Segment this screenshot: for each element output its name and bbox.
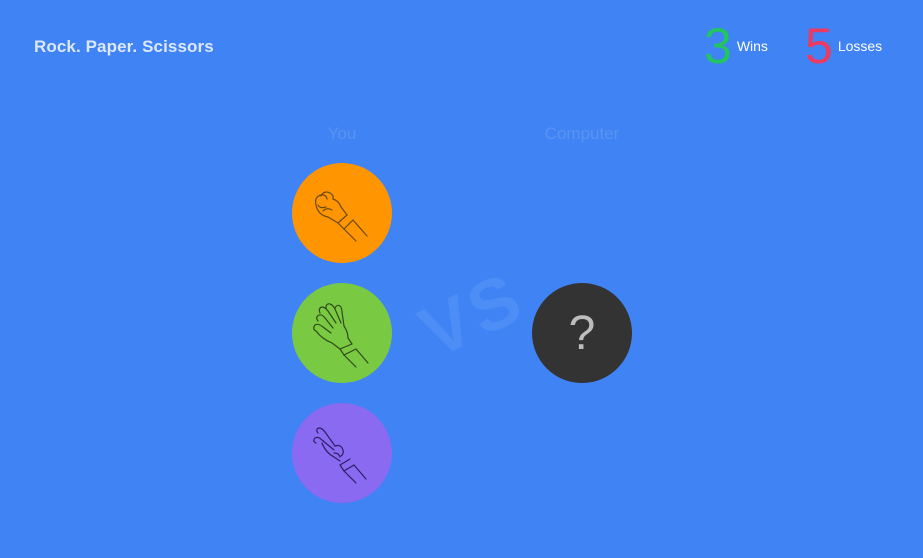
computer-column-label: Computer (544, 124, 620, 143)
scissors-button[interactable] (292, 403, 392, 503)
open-hand-icon (313, 303, 369, 368)
peace-hand-icon (313, 427, 367, 484)
page-title: Rock. Paper. Scissors (34, 37, 214, 56)
losses-label: Losses (837, 38, 883, 54)
versus-text: VS (408, 256, 537, 374)
wins-score: 3 Wins (704, 20, 768, 72)
computer-choice-placeholder: ? (532, 283, 632, 383)
player-column-label: You (327, 124, 357, 143)
wins-count: 3 (704, 18, 732, 74)
wins-label: Wins (736, 38, 768, 54)
losses-score: 5 Losses (805, 20, 882, 72)
fist-hand-icon (314, 191, 368, 242)
losses-count: 5 (805, 18, 833, 74)
rock-button[interactable] (292, 163, 392, 263)
question-mark-icon: ? (568, 306, 596, 360)
paper-button[interactable] (292, 283, 392, 383)
